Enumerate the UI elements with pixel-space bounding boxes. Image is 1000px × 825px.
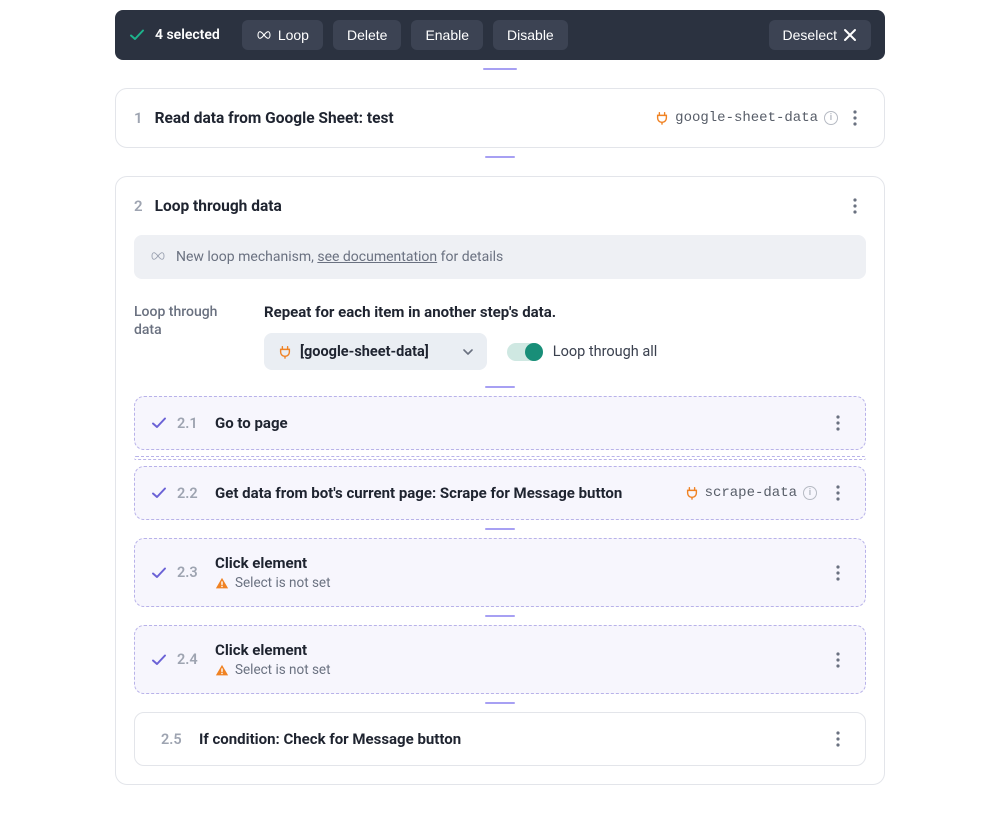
substep-card[interactable]: 2.1 Go to page xyxy=(134,396,866,450)
documentation-link[interactable]: see documentation xyxy=(317,249,437,265)
substep-connector xyxy=(485,386,515,388)
output-tag-label: scrape-data xyxy=(705,485,797,501)
kebab-menu[interactable] xyxy=(827,412,849,434)
warning-icon xyxy=(215,577,229,590)
output-tag-label: google-sheet-data xyxy=(675,110,818,126)
step-card-2: 2 Loop through data New loop mechanism, … xyxy=(115,176,885,785)
config-subtitle: Repeat for each item in another step's d… xyxy=(264,303,866,321)
substep-title: Click element xyxy=(215,641,817,659)
substep-connector xyxy=(485,528,515,530)
close-icon xyxy=(843,28,857,42)
infinity-icon xyxy=(150,252,166,262)
step-connector xyxy=(485,156,515,158)
step-title: Read data from Google Sheet: test xyxy=(155,109,394,127)
substep-card[interactable]: 2.5 If condition: Check for Message butt… xyxy=(134,712,866,766)
substep-title: Go to page xyxy=(215,414,288,432)
kebab-menu[interactable] xyxy=(827,728,849,750)
check-icon xyxy=(151,415,167,431)
infinity-icon xyxy=(256,30,272,40)
kebab-menu[interactable] xyxy=(827,649,849,671)
check-icon xyxy=(151,565,167,581)
step-card-2-head[interactable]: 2 Loop through data xyxy=(116,177,884,235)
check-icon xyxy=(151,485,167,501)
plug-icon xyxy=(685,486,699,500)
substep-title: Click element xyxy=(215,554,817,572)
loop-notice: New loop mechanism, see documentation fo… xyxy=(134,235,866,279)
output-tag[interactable]: scrape-data i xyxy=(685,485,817,501)
step-number: 2 xyxy=(134,197,143,215)
substep-title: If condition: Check for Message button xyxy=(199,730,461,748)
plug-icon xyxy=(278,345,292,359)
substep-number: 2.2 xyxy=(177,485,205,502)
kebab-menu[interactable] xyxy=(827,482,849,504)
selection-toolbar: 4 selected Loop Delete Enable Disable De… xyxy=(115,10,885,60)
notice-pre: New loop mechanism, xyxy=(176,249,317,265)
deselect-button-label: Deselect xyxy=(783,27,837,43)
data-source-select[interactable]: [google-sheet-data] xyxy=(264,333,487,370)
deselect-button[interactable]: Deselect xyxy=(769,20,871,50)
output-tag[interactable]: google-sheet-data i xyxy=(655,110,838,126)
data-source-value: [google-sheet-data] xyxy=(300,343,429,360)
warning-icon xyxy=(215,664,229,677)
kebab-menu[interactable] xyxy=(844,195,866,217)
substep-connector xyxy=(485,615,515,617)
notice-post: for details xyxy=(437,249,503,265)
step-title: Loop through data xyxy=(155,197,282,215)
step-connector xyxy=(483,68,517,70)
substep-warning: Select is not set xyxy=(235,662,331,678)
check-icon xyxy=(129,27,145,43)
chevron-down-icon xyxy=(463,349,473,355)
loop-button[interactable]: Loop xyxy=(242,20,323,50)
insert-divider[interactable] xyxy=(134,456,866,460)
substep-card[interactable]: 2.3 Click element Select is not set xyxy=(134,538,866,607)
substep-connector xyxy=(485,702,515,704)
step-card-1[interactable]: 1 Read data from Google Sheet: test goog… xyxy=(115,88,885,148)
selected-count: 4 selected xyxy=(155,27,220,43)
kebab-menu[interactable] xyxy=(844,107,866,129)
toggle-label: Loop through all xyxy=(553,343,658,360)
substep-number: 2.4 xyxy=(177,651,205,668)
enable-button[interactable]: Enable xyxy=(411,20,483,50)
info-icon[interactable]: i xyxy=(803,486,817,500)
info-icon[interactable]: i xyxy=(824,111,838,125)
plug-icon xyxy=(655,111,669,125)
substep-number: 2.1 xyxy=(177,415,205,432)
step-number: 1 xyxy=(134,109,143,127)
loop-button-label: Loop xyxy=(278,27,309,43)
substep-card[interactable]: 2.2 Get data from bot's current page: Sc… xyxy=(134,466,866,520)
substep-number: 2.3 xyxy=(177,564,205,581)
substep-card[interactable]: 2.4 Click element Select is not set xyxy=(134,625,866,694)
substep-title: Get data from bot's current page: Scrape… xyxy=(215,484,622,502)
disable-button[interactable]: Disable xyxy=(493,20,568,50)
loop-all-toggle[interactable] xyxy=(507,343,543,361)
kebab-menu[interactable] xyxy=(827,562,849,584)
substep-warning: Select is not set xyxy=(235,575,331,591)
config-label: Loop through data xyxy=(134,303,234,339)
check-icon xyxy=(151,652,167,668)
delete-button[interactable]: Delete xyxy=(333,20,401,50)
